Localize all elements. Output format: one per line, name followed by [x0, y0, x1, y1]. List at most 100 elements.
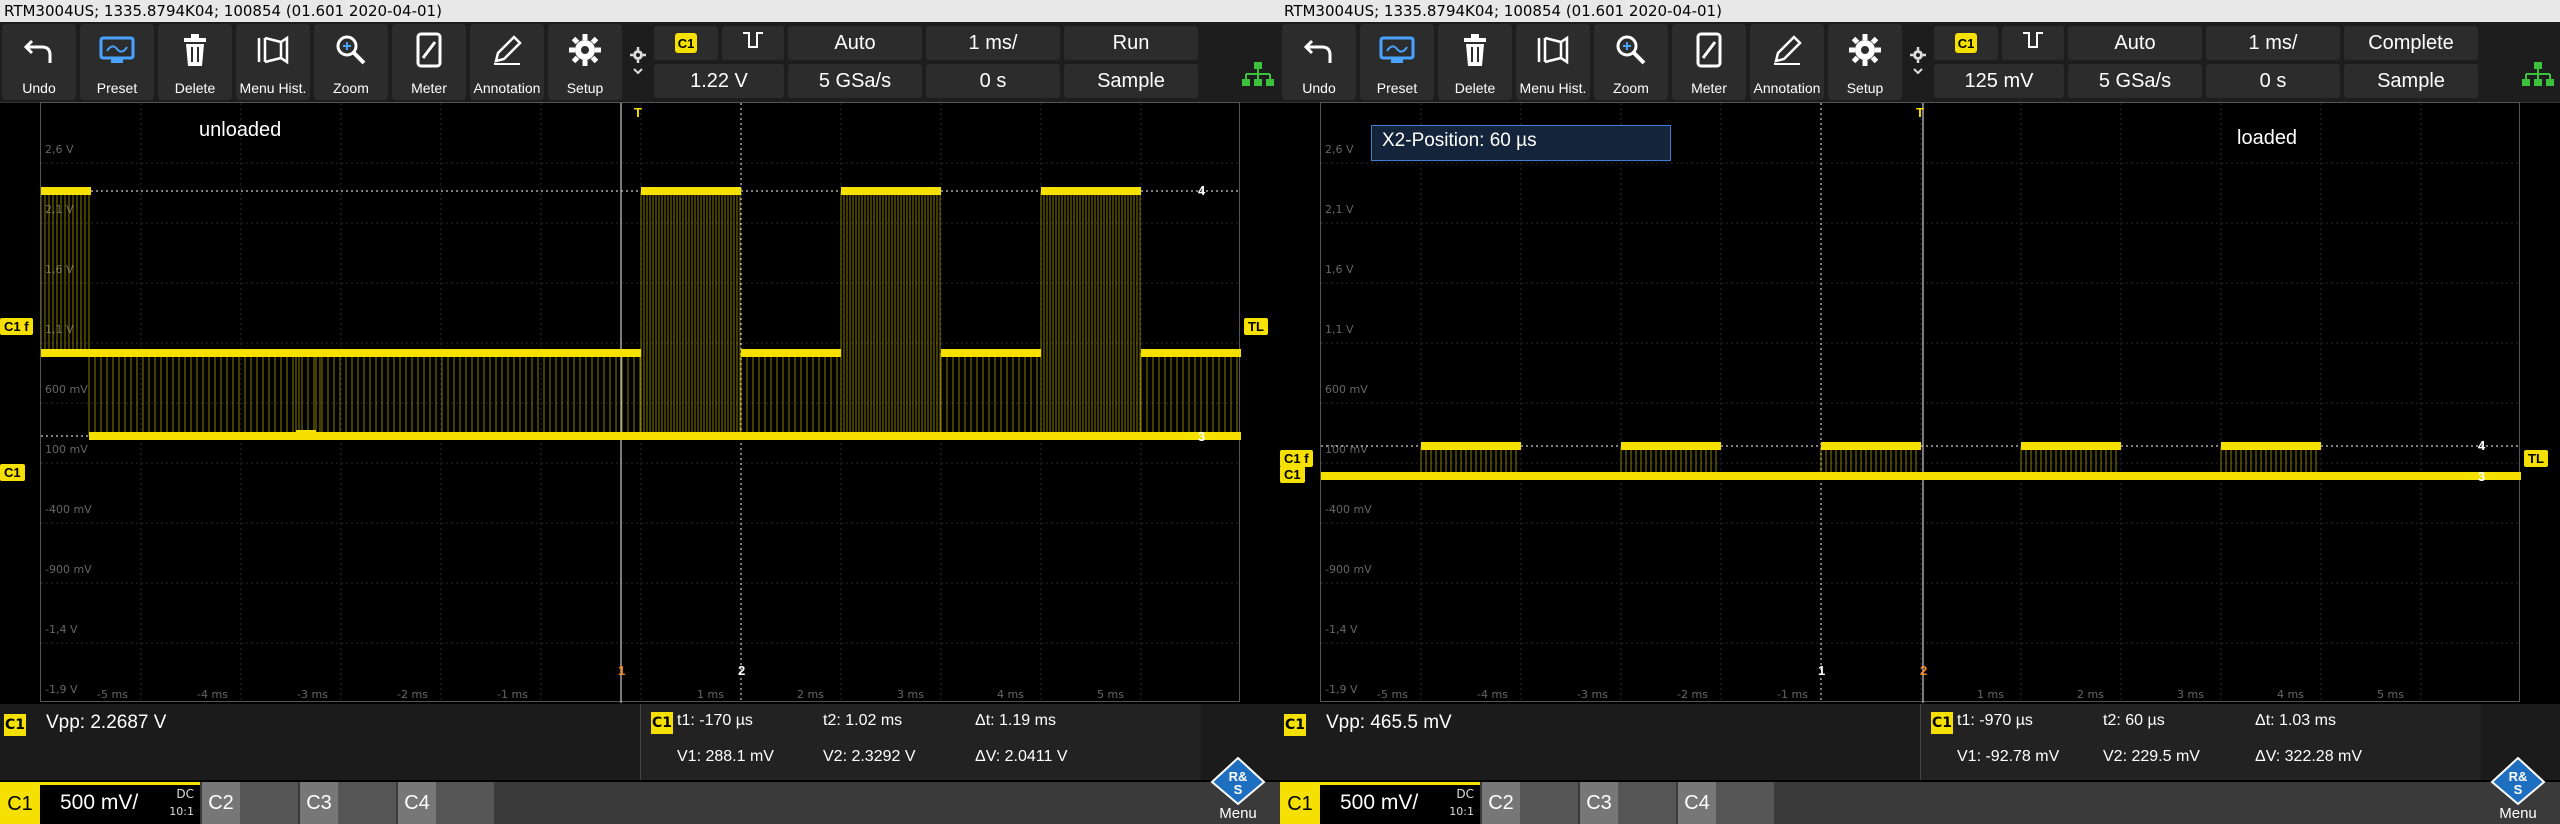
burst-low-band — [641, 432, 741, 440]
burst-low-band — [1041, 432, 1141, 440]
trigger-edge-button[interactable] — [2002, 26, 2064, 60]
trigger-mode-button[interactable]: Auto — [788, 26, 922, 60]
channel-c3-label: C3 — [1580, 782, 1618, 824]
channel-c2-button[interactable]: C2 — [1482, 782, 1578, 824]
x-tick-label: -1 ms — [497, 688, 528, 701]
cursor-h1-label[interactable]: 4 — [2474, 437, 2489, 454]
menu-history-icon — [1516, 30, 1590, 70]
idle-band — [1921, 472, 2021, 480]
setup-button[interactable]: Setup — [1828, 24, 1902, 100]
menu-history-icon — [236, 30, 310, 70]
channel-c4-button[interactable]: C4 — [398, 782, 494, 824]
sample-rate-display[interactable]: 5 GSa/s — [788, 64, 922, 98]
meter-button[interactable]: Meter — [392, 24, 466, 100]
acquisition-mode-button[interactable]: Sample — [2344, 64, 2478, 98]
x-tick-label: 4 ms — [997, 688, 1024, 701]
waveform-plot[interactable]: 2,6 V2,1 V1,6 V1,1 V600 mV100 mV-400 mV-… — [1321, 103, 2521, 703]
cursor-h2-label[interactable]: 3 — [1194, 428, 1209, 445]
delay-button[interactable]: 0 s — [926, 64, 1060, 98]
annotation-button[interactable]: Annotation — [1750, 24, 1824, 100]
x-tick-label: 3 ms — [897, 688, 924, 701]
burst-high-band — [316, 349, 641, 357]
setup-button[interactable]: Setup — [548, 24, 622, 100]
annotation-button[interactable]: Annotation — [470, 24, 544, 100]
small-settings-icon[interactable] — [1908, 45, 1928, 75]
device-info-bar: RTM3004US; 1335.8794K04; 100854 (01.601 … — [0, 0, 1280, 22]
channel-c3-button[interactable]: C3 — [1580, 782, 1676, 824]
delete-button[interactable]: Delete — [158, 24, 232, 100]
cursor-h2-label[interactable]: 3 — [2474, 468, 2489, 485]
x-tick-label: -5 ms — [97, 688, 128, 701]
trigger-mode-button[interactable]: Auto — [2068, 26, 2202, 60]
trigger-source-button[interactable]: C1 — [1934, 26, 1998, 60]
trace-c1 — [41, 187, 1241, 440]
acquisition-mode-button[interactable]: Sample — [1064, 64, 1198, 98]
cursor-v1-label[interactable]: 1 — [614, 662, 629, 679]
channel-c4-button[interactable]: C4 — [1678, 782, 1774, 824]
meter-label: Meter — [1691, 80, 1727, 96]
preset-icon — [80, 30, 154, 70]
oscilloscope-right: RTM3004US; 1335.8794K04; 100854 (01.601 … — [1280, 0, 2560, 824]
trigger-source-button[interactable]: C1 — [654, 26, 718, 60]
menu-button[interactable]: R& S Menu — [1206, 756, 1270, 822]
cursor-v2-label[interactable]: 2 — [1916, 662, 1931, 679]
channel-c2-label: C2 — [1482, 782, 1520, 824]
run-state-button[interactable]: Complete — [2344, 26, 2478, 60]
trigger-level-button[interactable]: 125 mV — [1934, 64, 2064, 98]
trigger-level-marker[interactable]: TL — [1244, 318, 1268, 335]
zoom-button[interactable]: Zoom — [1594, 24, 1668, 100]
preset-button[interactable]: Preset — [1360, 24, 1434, 100]
trigger-position-marker[interactable]: T — [630, 104, 646, 121]
burst-high-band — [1621, 442, 1721, 450]
run-state-button[interactable]: Run — [1064, 26, 1198, 60]
trigger-level-button[interactable]: 1.22 V — [654, 64, 784, 98]
zoom-button[interactable]: Zoom — [314, 24, 388, 100]
vpp-measurement[interactable]: Vpp: 2.2687 V — [46, 712, 166, 734]
delay-button[interactable]: 0 s — [2206, 64, 2340, 98]
undo-button[interactable]: Undo — [2, 24, 76, 100]
undo-button[interactable]: Undo — [1282, 24, 1356, 100]
cursor-measurement-panel[interactable]: C1 t1: -170 µs t2: 1.02 ms Δt: 1.19 ms V… — [640, 704, 1201, 780]
small-settings-icon[interactable] — [628, 45, 648, 75]
cursor-measurement-panel[interactable]: C1 t1: -970 µs t2: 60 µs Δt: 1.03 ms V1:… — [1920, 704, 2481, 780]
cursor-dv: ΔV: 2.0411 V — [975, 748, 1068, 765]
y-tick-label: -1,4 V — [45, 623, 78, 636]
sample-rate-display[interactable]: 5 GSa/s — [2068, 64, 2202, 98]
timebase-button[interactable]: 1 ms/ — [926, 26, 1060, 60]
idle-band — [2121, 472, 2221, 480]
trigger-level-marker[interactable]: TL — [2524, 450, 2548, 467]
menu-history-button[interactable]: Menu Hist. — [1516, 24, 1590, 100]
waveform-display[interactable]: 2,6 V 2,1 V 1,6 V 1,1 V 600 mV 100 mV -400 mV -… — [40, 102, 1241, 703]
menu-button[interactable]: R& S Menu — [2486, 756, 2550, 822]
timebase-button[interactable]: 1 ms/ — [2206, 26, 2340, 60]
channel-c1-button[interactable]: C1 500 mV/ DC 10:1 — [1280, 782, 1480, 824]
cursor-v2-label[interactable]: 2 — [734, 662, 749, 679]
vpp-measurement[interactable]: Vpp: 465.5 mV — [1326, 712, 1452, 734]
cursor-h1-label[interactable]: 4 — [1194, 182, 1209, 199]
trigger-edge-button[interactable] — [722, 26, 784, 60]
x2-position-popup[interactable]: X2-Position: 60 µs — [1371, 125, 1671, 161]
y-tick-label: -400 mV — [1325, 503, 1372, 516]
waveform-display[interactable]: 2,6 V 2,1 V 1,6 V 1,1 V 600 mV 100 mV -400 mV -… — [1320, 102, 2521, 703]
cursor-v1-label[interactable]: 1 — [1814, 662, 1829, 679]
idle-band — [1721, 472, 1821, 480]
preset-button[interactable]: Preset — [80, 24, 154, 100]
channel-c3-button[interactable]: C3 — [300, 782, 396, 824]
y-tick-label: 2,1 V — [1325, 203, 1354, 216]
channel-scale: 500 mV/ — [1340, 791, 1419, 814]
menu-label: Menu — [2499, 805, 2537, 822]
channel-offset-marker[interactable]: C1 — [1280, 466, 1305, 483]
channel-offset-marker[interactable]: C1 — [0, 464, 25, 481]
trigger-row-top: C1 Auto 1 ms/ Run — [654, 24, 1266, 60]
menu-history-button[interactable]: Menu Hist. — [236, 24, 310, 100]
burst-high-band — [89, 349, 301, 357]
channel-c1-button[interactable]: C1 500 mV/ DC 10:1 — [0, 782, 200, 824]
trigger-position-marker[interactable]: T — [1912, 104, 1928, 121]
channel-threshold-marker[interactable]: C1 f — [1280, 450, 1313, 467]
waveform-plot[interactable]: 2,6 V2,1 V1,6 V1,1 V600 mV100 mV-400 mV-… — [41, 103, 1241, 703]
channel-c2-button[interactable]: C2 — [202, 782, 298, 824]
channel-threshold-marker[interactable]: C1 f — [0, 318, 33, 335]
meter-button[interactable]: Meter — [1672, 24, 1746, 100]
svg-text:S: S — [1234, 782, 1243, 797]
delete-button[interactable]: Delete — [1438, 24, 1512, 100]
